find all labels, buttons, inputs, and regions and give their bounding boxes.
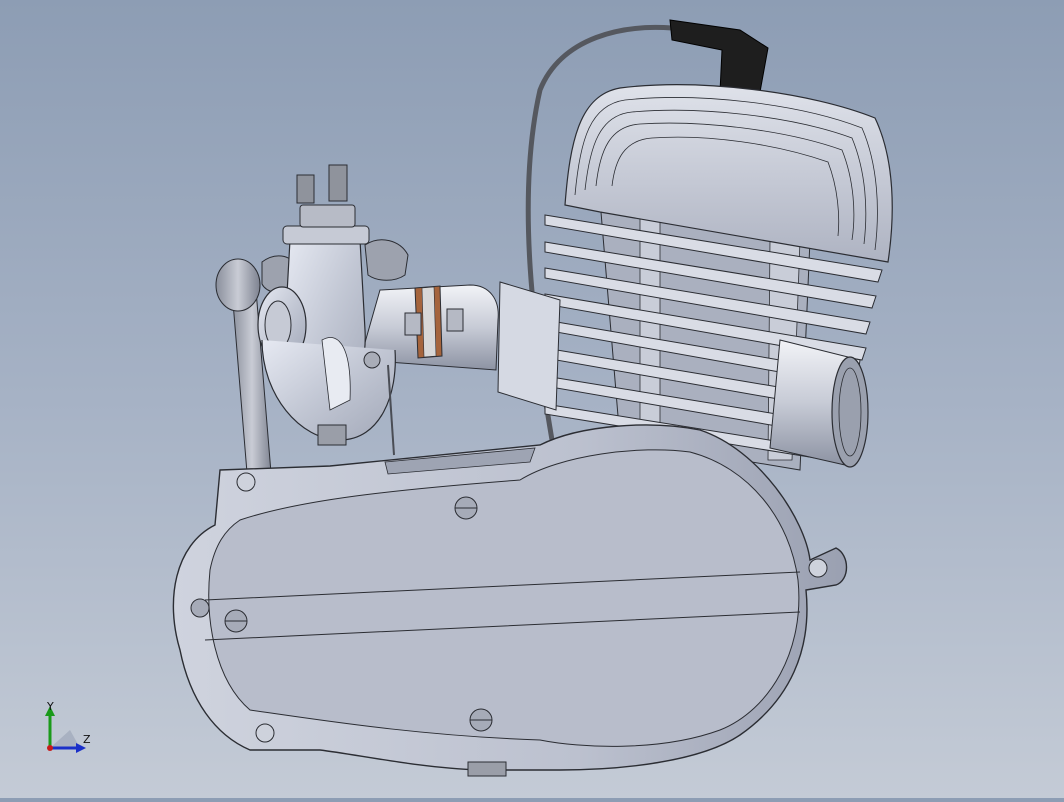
support-rod: [215, 258, 273, 486]
x-axis-point: [47, 745, 53, 751]
z-axis-label: Z: [83, 733, 91, 746]
drain-bolt: [467, 761, 507, 777]
crankcase-cover: [172, 424, 848, 777]
y-axis-label: Y: [46, 700, 54, 713]
axis-triad: Y Z: [40, 700, 100, 760]
triad-plane-icon: [50, 730, 80, 748]
3d-viewport[interactable]: [0, 0, 1064, 798]
exhaust-port: [769, 339, 869, 468]
spark-plug-cap: [669, 19, 769, 93]
engine-model[interactable]: [0, 0, 1064, 798]
